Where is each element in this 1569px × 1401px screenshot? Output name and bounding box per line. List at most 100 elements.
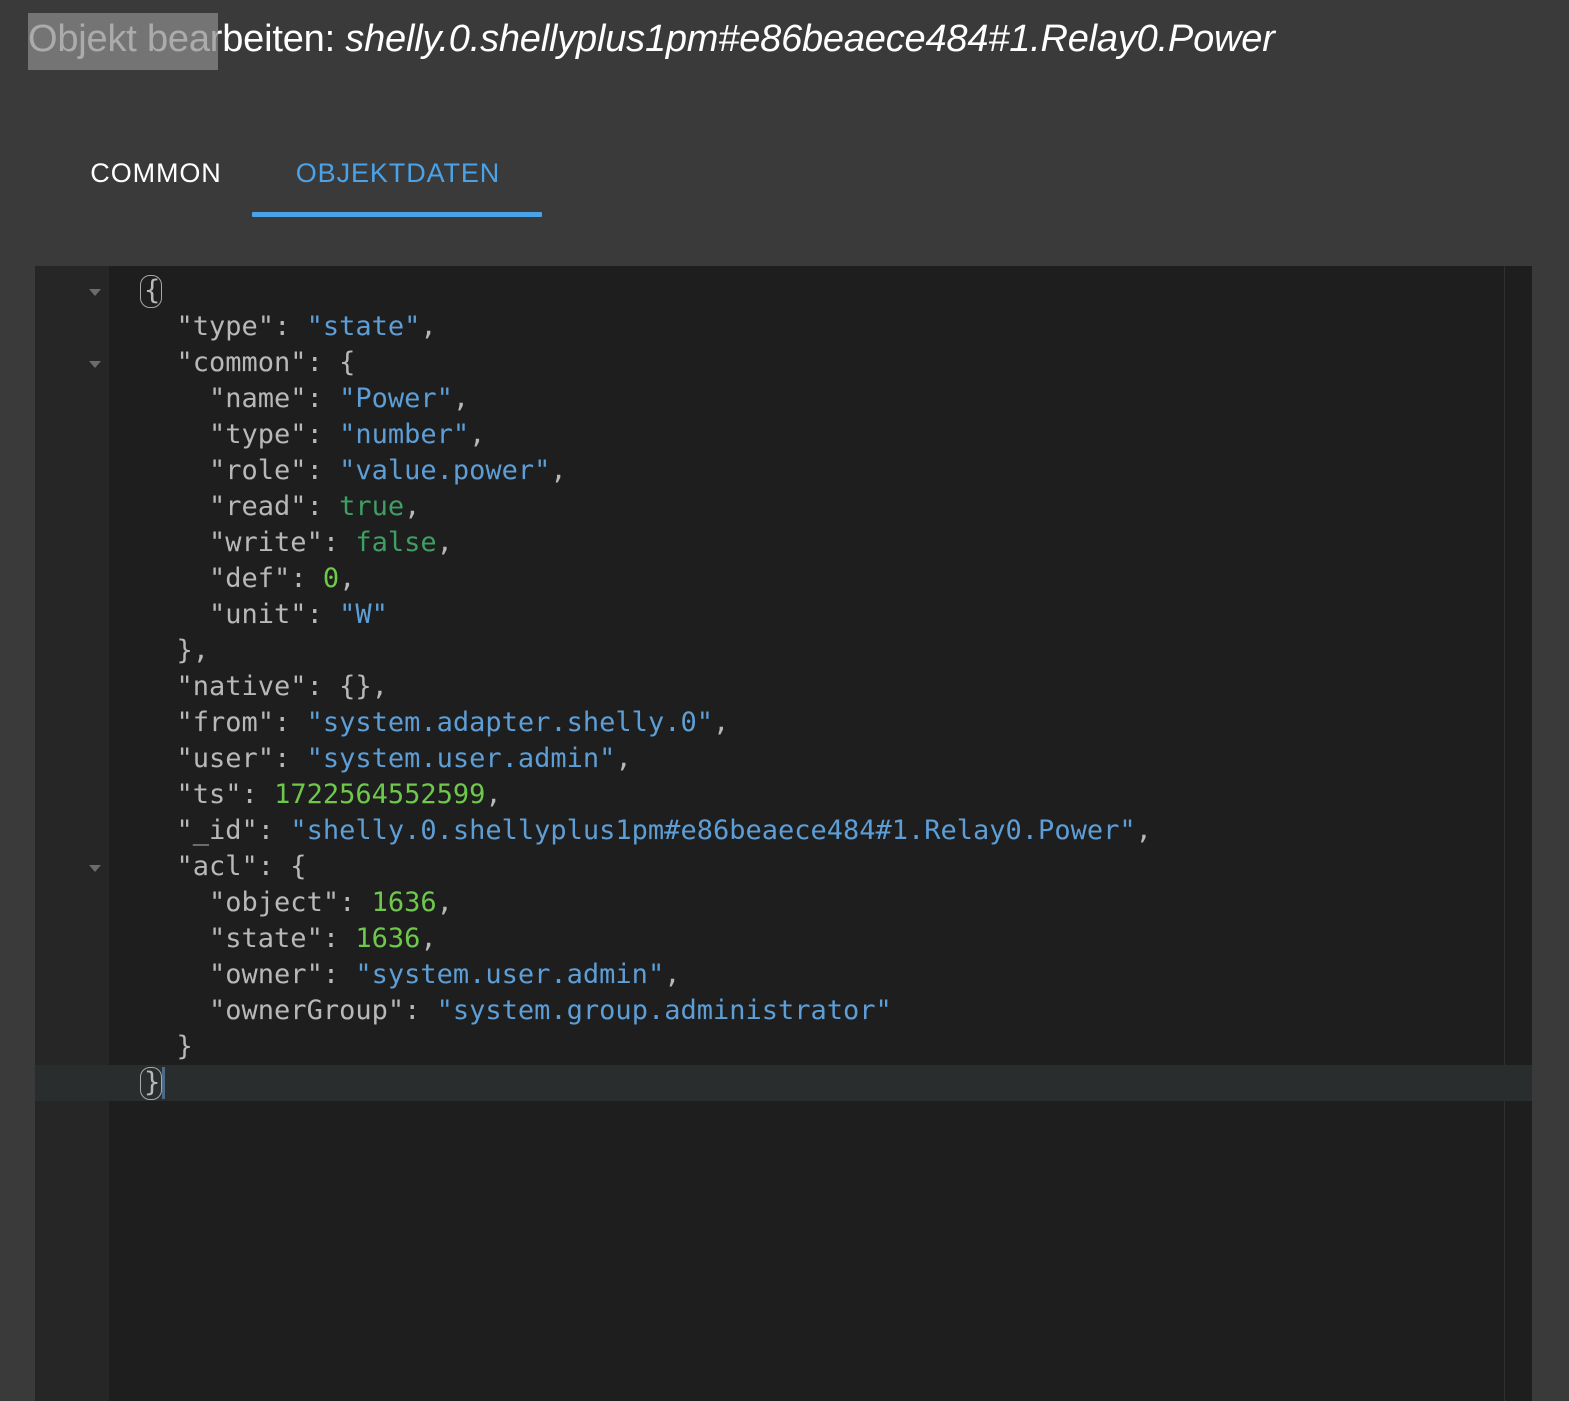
code-token: , bbox=[420, 311, 437, 342]
fold-chevron-down-icon[interactable] bbox=[85, 354, 105, 374]
code-token: , bbox=[664, 959, 681, 990]
code-line[interactable]: } bbox=[109, 1065, 160, 1101]
code-token: : {}, bbox=[306, 671, 388, 702]
code-token: : bbox=[322, 527, 356, 558]
code-token: "read" bbox=[209, 491, 307, 522]
code-token: , bbox=[436, 887, 453, 918]
dialog-title: Objekt bearbeiten: shelly.0.shellyplus1p… bbox=[28, 8, 1558, 70]
code-token: "system.group.administrator" bbox=[436, 995, 892, 1026]
code-token: : bbox=[241, 779, 275, 810]
code-token: "system.user.admin" bbox=[355, 959, 665, 990]
code-token: , bbox=[436, 527, 453, 558]
code-token: , bbox=[404, 491, 421, 522]
code-token: "native" bbox=[176, 671, 307, 702]
code-token: , bbox=[469, 419, 486, 450]
code-line[interactable]: "state": 1636, bbox=[109, 921, 437, 957]
code-token: , bbox=[615, 743, 632, 774]
code-token: 0 bbox=[322, 563, 340, 594]
code-line[interactable]: "native": {}, bbox=[109, 669, 388, 705]
code-line[interactable]: { bbox=[109, 273, 160, 309]
active-line-highlight bbox=[109, 1065, 1532, 1101]
code-token: "value.power" bbox=[339, 455, 551, 486]
code-line[interactable]: "read": true, bbox=[109, 489, 420, 525]
code-line[interactable]: "ts": 1722564552599, bbox=[109, 777, 502, 813]
editor-gutter[interactable] bbox=[35, 266, 109, 1401]
code-token: : bbox=[404, 995, 437, 1026]
code-token: : { bbox=[306, 347, 356, 378]
code-token: }, bbox=[176, 635, 210, 666]
code-token: "system.adapter.shelly.0" bbox=[306, 707, 713, 738]
code-line[interactable]: "from": "system.adapter.shelly.0", bbox=[109, 705, 730, 741]
code-token: "user" bbox=[176, 743, 275, 774]
code-token: : bbox=[322, 959, 356, 990]
tab-common[interactable]: COMMON bbox=[59, 128, 253, 218]
code-token: , bbox=[712, 707, 730, 738]
code-token: 1722564552599 bbox=[274, 779, 486, 810]
code-token: : bbox=[306, 491, 340, 522]
code-line[interactable]: "def": 0, bbox=[109, 561, 355, 597]
code-token: 1636 bbox=[371, 887, 437, 918]
code-line[interactable]: "type": "number", bbox=[109, 417, 485, 453]
code-line[interactable]: }, bbox=[109, 633, 210, 669]
dialog-title-object-id: shelly.0.shellyplus1pm#e86beaece484#1.Re… bbox=[345, 18, 1275, 60]
code-line[interactable]: "role": "value.power", bbox=[109, 453, 567, 489]
code-token: "acl" bbox=[176, 851, 258, 882]
code-line[interactable]: "object": 1636, bbox=[109, 885, 453, 921]
json-editor[interactable]: { "type": "state", "common": { "name": "… bbox=[35, 266, 1532, 1401]
code-token: "ownerGroup" bbox=[209, 995, 405, 1026]
code-token: : bbox=[257, 815, 291, 846]
code-line[interactable]: "common": { bbox=[109, 345, 356, 381]
text-cursor bbox=[162, 1067, 166, 1099]
code-token: "Power" bbox=[339, 383, 453, 414]
code-line[interactable]: "name": "Power", bbox=[109, 381, 469, 417]
code-token: "number" bbox=[339, 419, 470, 450]
code-token: } bbox=[144, 1067, 161, 1098]
code-token: : bbox=[306, 383, 340, 414]
code-token: , bbox=[550, 455, 567, 486]
code-token: : bbox=[274, 743, 307, 774]
code-token: "def" bbox=[209, 563, 291, 594]
tab-objektdaten[interactable]: OBJEKTDATEN bbox=[253, 128, 543, 218]
code-line[interactable]: "write": false, bbox=[109, 525, 453, 561]
code-token: : { bbox=[257, 851, 307, 882]
code-line[interactable]: "ownerGroup": "system.group.administrato… bbox=[109, 993, 892, 1029]
code-line[interactable]: "type": "state", bbox=[109, 309, 437, 345]
code-token: "object" bbox=[209, 887, 340, 918]
code-token: : bbox=[274, 707, 307, 738]
code-token: "system.user.admin" bbox=[306, 743, 616, 774]
code-line[interactable]: "acl": { bbox=[109, 849, 307, 885]
code-token: "name" bbox=[209, 383, 307, 414]
code-token: "state" bbox=[209, 923, 323, 954]
code-token: { bbox=[144, 275, 161, 306]
code-token: : bbox=[306, 419, 340, 450]
code-line[interactable]: "unit": "W" bbox=[109, 597, 388, 633]
code-token: : bbox=[274, 311, 307, 342]
code-line[interactable]: } bbox=[109, 1029, 193, 1065]
code-token: "_id" bbox=[176, 815, 258, 846]
code-token: : bbox=[306, 599, 340, 630]
editor-code-area[interactable]: { "type": "state", "common": { "name": "… bbox=[109, 266, 1532, 1401]
code-token: "from" bbox=[176, 707, 275, 738]
tab-bar: COMMON OBJEKTDATEN bbox=[35, 128, 1532, 218]
active-line-highlight-gutter bbox=[35, 1065, 109, 1101]
code-token: "state" bbox=[306, 311, 421, 342]
object-edit-dialog: Objekt bearbeiten: shelly.0.shellyplus1p… bbox=[0, 0, 1569, 1401]
code-token: } bbox=[176, 1031, 193, 1062]
code-line[interactable]: "_id": "shelly.0.shellyplus1pm#e86beaece… bbox=[109, 813, 1152, 849]
code-token: "write" bbox=[209, 527, 323, 558]
code-token: false bbox=[355, 527, 437, 558]
code-token: "W" bbox=[339, 599, 388, 630]
dialog-title-label: Objekt bearbeiten: bbox=[28, 18, 346, 60]
code-token: : bbox=[339, 887, 372, 918]
code-token: true bbox=[339, 491, 405, 522]
code-token: "ts" bbox=[176, 779, 242, 810]
code-token: , bbox=[339, 563, 356, 594]
code-line[interactable]: "user": "system.user.admin", bbox=[109, 741, 632, 777]
code-token: : bbox=[290, 563, 323, 594]
tab-active-indicator bbox=[252, 212, 542, 217]
code-token: , bbox=[485, 779, 502, 810]
code-line[interactable]: "owner": "system.user.admin", bbox=[109, 957, 680, 993]
fold-chevron-down-icon[interactable] bbox=[85, 282, 105, 302]
fold-chevron-down-icon[interactable] bbox=[85, 858, 105, 878]
code-token: "owner" bbox=[209, 959, 323, 990]
